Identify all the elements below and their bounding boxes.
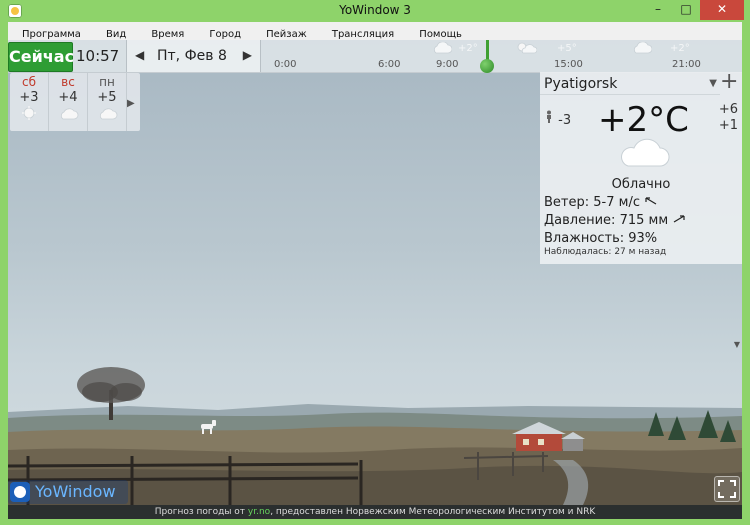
window-title: YoWindow 3 (339, 3, 411, 17)
pressure-value: 715 мм (619, 213, 669, 228)
yowindow-mark-icon (10, 482, 30, 502)
day-name: пн (99, 75, 115, 89)
chevron-right-icon[interactable]: ▶ (127, 98, 135, 109)
day-forecast-panel: сб +3 вс +4 пн +5 ▶ (10, 73, 140, 131)
humidity-line: Влажность: 93% (544, 231, 657, 246)
current-temperature: +2°C (598, 100, 689, 140)
title-bar[interactable]: YoWindow 3 – □ ✕ (0, 0, 750, 22)
day-temp: +4 (58, 90, 78, 105)
close-button[interactable]: ✕ (700, 0, 744, 20)
feels-like-value: -3 (558, 113, 572, 128)
day-name: сб (22, 75, 36, 89)
cloud-icon (433, 42, 452, 54)
condition-text: Облачно (611, 177, 671, 192)
forecast-day-sat[interactable]: сб +3 (10, 73, 49, 131)
current-weather-panel: Pyatigorsk ▼ + -3 +2°C +6 +1 Облачно Вет… (540, 71, 742, 264)
current-date: Пт, Фев 8 (157, 48, 227, 64)
high-low: +6 +1 (719, 102, 738, 134)
forecast-day-mon[interactable]: пн +5 (88, 73, 127, 131)
window-controls: – □ ✕ (644, 0, 744, 20)
logo-text: YoWindow (35, 482, 116, 501)
pressure-label: Давление: (544, 213, 616, 228)
cloud-icon (60, 108, 79, 120)
humidity-value: 93% (628, 231, 658, 246)
timeline-temp-3: +2° (670, 43, 690, 54)
timeline-tick: 15:00 (554, 59, 583, 70)
pressure-line: Давление: 715 мм (544, 213, 686, 228)
timeline-tick: 6:00 (378, 59, 401, 70)
cloud-icon (621, 138, 670, 167)
status-suffix: , предоставлен Норвежским Метеорологичес… (270, 507, 596, 517)
low-temp: +1 (718, 118, 738, 133)
day-temp: +5 (97, 90, 117, 105)
observed-time: Наблюдалась: 27 м назад (544, 247, 667, 257)
humidity-label: Влажность: (544, 231, 625, 246)
chevron-down-icon[interactable]: ▼ (734, 340, 740, 349)
minimize-button[interactable]: – (644, 0, 672, 20)
current-time: 10:57 (76, 47, 120, 65)
sun-icon (22, 106, 36, 120)
yowindow-logo[interactable]: YoWindow (8, 480, 128, 504)
timeline-tick: 21:00 (672, 59, 701, 70)
partly-sunny-icon (517, 42, 537, 54)
chevron-right-icon[interactable]: ▶ (243, 48, 252, 62)
app-window: YoWindow 3 – □ ✕ Программа Вид Время Гор… (0, 0, 750, 525)
city-selector[interactable]: Pyatigorsk ▼ (540, 72, 720, 95)
maximize-button[interactable]: □ (672, 0, 700, 20)
forecast-source-link[interactable]: yr.no (248, 507, 270, 517)
weather-scene: Сейчас 10:57 ◀ Пт, Фев 8 ▶ +2° +5° +2° 0… (8, 40, 742, 505)
day-name: вс (61, 75, 75, 89)
forecast-day-sun[interactable]: вс +4 (49, 73, 88, 131)
timeline-temp-1: +2° (458, 43, 478, 54)
hourly-timeline[interactable]: +2° +5° +2° 0:00 6:00 9:00 15:00 21:00 (260, 40, 742, 73)
wind-label: Ветер: (544, 195, 590, 210)
wind-direction-icon (645, 197, 657, 205)
cloud-icon (99, 108, 118, 120)
menu-bar: Программа Вид Время Город Пейзаж Трансля… (8, 22, 742, 41)
fullscreen-icon (718, 480, 736, 498)
pressure-trend-icon (673, 215, 685, 223)
cloud-icon (633, 42, 652, 54)
timeline-tick: 0:00 (274, 59, 297, 70)
timeline-tick: 9:00 (436, 59, 459, 70)
chevron-down-icon[interactable]: ▼ (709, 78, 717, 89)
feels-like: -3 (544, 110, 571, 128)
wind-value: 5-7 м/с (593, 195, 640, 210)
add-city-button[interactable]: + (720, 71, 738, 94)
person-icon (547, 110, 551, 123)
date-navigator: ◀ Пт, Фев 8 ▶ (126, 40, 261, 72)
high-temp: +6 (718, 102, 738, 117)
fullscreen-button[interactable] (714, 476, 740, 502)
status-bar: Прогноз погоды от yr.no, предоставлен Но… (8, 505, 742, 519)
wind-line: Ветер: 5-7 м/с (544, 195, 658, 210)
status-prefix: Прогноз погоды от (154, 507, 248, 517)
chevron-left-icon[interactable]: ◀ (135, 48, 144, 62)
now-button[interactable]: Сейчас (8, 42, 74, 72)
city-name: Pyatigorsk (544, 76, 618, 92)
timeline-temp-2: +5° (557, 43, 577, 54)
timeline-slider-handle[interactable] (480, 59, 494, 73)
day-temp: +3 (19, 90, 39, 105)
